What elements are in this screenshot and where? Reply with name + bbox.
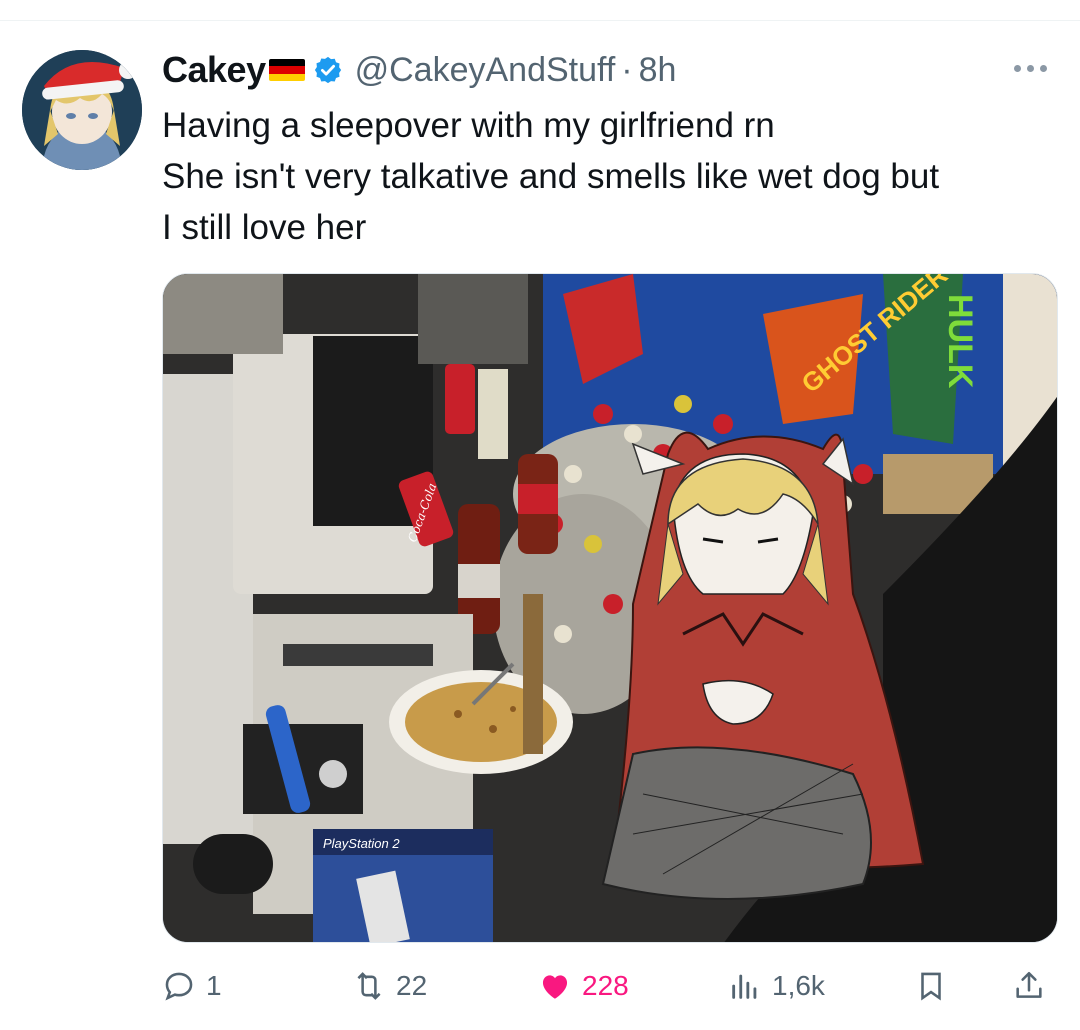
reply-button[interactable]: 1 xyxy=(162,960,222,1012)
repost-count: 22 xyxy=(396,970,428,1001)
tweet-actions: 1 22 228 1,6k xyxy=(162,960,1060,1012)
tweet-text-line: Having a sleepover with my girlfriend rn xyxy=(162,106,775,145)
repost-button[interactable]: 22 xyxy=(352,960,427,1012)
share-icon xyxy=(1016,971,1042,998)
verified-badge-icon[interactable] xyxy=(313,55,343,85)
heart-icon xyxy=(542,975,568,999)
display-name[interactable]: Cakey xyxy=(162,49,266,91)
reply-count: 1 xyxy=(206,970,222,1001)
playstation-label: PlayStation 2 xyxy=(323,836,400,851)
share-button[interactable] xyxy=(1012,960,1046,1012)
tweet-media-image[interactable]: GHOST RIDER HULK Coca-Cola PlayStation 2 xyxy=(162,273,1058,943)
german-flag-icon xyxy=(268,59,305,81)
tweet-text: Having a sleepover with my girlfriend rn… xyxy=(162,100,1062,253)
reply-icon xyxy=(165,972,193,1001)
separator: · xyxy=(621,50,633,89)
timestamp[interactable]: 8h xyxy=(639,51,677,90)
bookmark-button[interactable] xyxy=(914,960,948,1012)
views-icon xyxy=(732,974,757,999)
handle[interactable]: @CakeyAndStuff xyxy=(355,51,616,90)
tweet-header: Cakey @CakeyAndStuff · 8h xyxy=(162,44,676,96)
more-icon[interactable] xyxy=(1000,58,1060,78)
repost-icon xyxy=(357,972,381,1000)
bookmark-icon xyxy=(921,972,941,1001)
hulk-label: HULK xyxy=(941,294,979,389)
tweet-text-line: I still love her xyxy=(162,208,367,247)
like-button[interactable]: 228 xyxy=(538,960,629,1012)
top-divider xyxy=(0,20,1080,21)
avatar[interactable] xyxy=(22,50,142,170)
like-count: 228 xyxy=(582,970,629,1001)
views-button[interactable]: 1,6k xyxy=(728,960,825,1012)
tweet-text-line: She isn't very talkative and smells like… xyxy=(162,157,940,196)
avatar-image xyxy=(22,50,142,170)
view-count: 1,6k xyxy=(772,970,825,1001)
